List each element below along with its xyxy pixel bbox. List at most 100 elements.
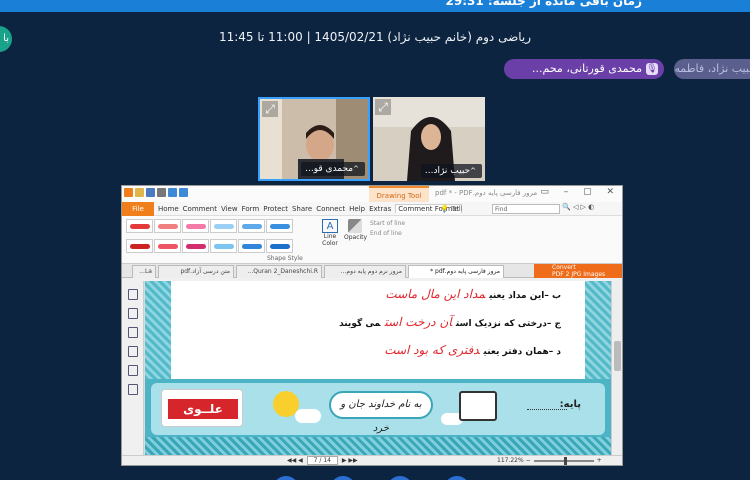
style-swatch[interactable]	[238, 239, 265, 253]
worksheet-header-banner: علــوی به نام خداوند جان و خرد پایه:	[145, 379, 611, 457]
zoom-slider-thumb[interactable]	[563, 456, 567, 465]
opacity-icon	[348, 219, 362, 233]
style-swatch[interactable]	[266, 219, 293, 233]
menu-extras[interactable]: Extras	[369, 205, 391, 213]
shared-screen-pdf-editor[interactable]: Drawing Tool مرور فارسی پایه دوم.pdf * -…	[121, 185, 623, 466]
participants-chips: حبیب نژاد، فاطمه 🎙 محمدی قورتانی، محم...	[450, 59, 750, 79]
book-icon	[459, 391, 497, 421]
left-panel-rail	[122, 281, 144, 457]
pages-icon[interactable]	[127, 308, 138, 319]
page-navigator[interactable]: ◀◀ ◀ 7 / 14 ▶ ▶▶	[287, 456, 358, 465]
nav-arrows[interactable]: 🔍 ◁ ▷ ◐	[562, 203, 594, 211]
session-title: ریاضی دوم (خانم حبیب نژاد) 1405/02/21 | …	[218, 30, 532, 44]
doc-tab[interactable]: مرور نرم دوم پایه دوم...	[324, 265, 406, 278]
app-logo-icon	[124, 188, 133, 197]
ribbon: Shape Style A Line Color Opacity Start of…	[122, 216, 622, 264]
menu-home[interactable]: Home	[158, 205, 179, 213]
shape-style-label: Shape Style	[267, 255, 303, 262]
opacity-label: Opacity	[344, 234, 368, 241]
signature-icon[interactable]	[127, 384, 138, 395]
zoom-in-icon[interactable]: +	[597, 457, 602, 464]
open-icon[interactable]	[135, 188, 144, 197]
next-page-icon[interactable]: ▶ ▶▶	[340, 457, 358, 464]
participant-chip-speaking[interactable]: 🎙 محمدی قورتانی، محم...	[504, 59, 664, 79]
line-options[interactable]: Start of line End of line	[370, 219, 405, 239]
grade-line	[527, 409, 567, 410]
video-tile[interactable]: ⤢ ^محمدی قو...	[258, 97, 370, 181]
more-options-button[interactable]	[444, 476, 470, 480]
menu-items: Home Comment View Form Protect Share Connect He…	[158, 202, 466, 216]
attachment-icon[interactable]	[127, 365, 138, 376]
pdf-page[interactable]: ب –این مداد یعنیمداد این مال ماست ج –درخ…	[145, 281, 611, 457]
zoom-out-icon[interactable]: −	[526, 457, 531, 464]
comments-icon[interactable]	[127, 346, 138, 357]
style-swatch[interactable]	[154, 219, 181, 233]
style-swatch[interactable]	[154, 239, 181, 253]
style-swatch[interactable]	[210, 239, 237, 253]
bookmark-icon[interactable]	[127, 289, 138, 300]
video-tile[interactable]: ⤢ ^حبیب نژاد...	[373, 97, 485, 181]
opacity-button[interactable]: Opacity	[344, 219, 368, 241]
find-input[interactable]: Find	[492, 204, 560, 214]
caret-icon: ^	[353, 165, 359, 173]
menu-share[interactable]: Share	[292, 205, 312, 213]
menu-view[interactable]: View	[221, 205, 238, 213]
line-color-button[interactable]: A Line Color	[318, 219, 342, 261]
doc-tab-active[interactable]: مرور فارسی پایه دوم.pdf *	[408, 265, 504, 278]
doc-tab[interactable]: Quran 2_Daneshchi.R...	[236, 265, 322, 278]
style-swatch[interactable]	[182, 219, 209, 233]
zoom-control[interactable]: 117.22% − +	[497, 456, 602, 465]
line-color-icon: A	[322, 219, 338, 233]
zoom-slider[interactable]	[533, 456, 594, 465]
style-swatch[interactable]	[182, 239, 209, 253]
handwritten-answer: دفتری که بود است	[384, 343, 480, 357]
participant-chip[interactable]: حبیب نژاد، فاطمه	[674, 59, 750, 79]
first-page-icon[interactable]: ◀◀ ◀	[287, 457, 305, 464]
menu-help[interactable]: Help	[349, 205, 365, 213]
style-swatch[interactable]	[126, 239, 153, 253]
style-swatch[interactable]	[210, 219, 237, 233]
menu-protect[interactable]: Protect	[263, 205, 288, 213]
start-of-line[interactable]: Start of line	[370, 219, 405, 229]
style-swatch[interactable]	[266, 239, 293, 253]
doc-tab[interactable]: La...	[132, 265, 156, 278]
convert-line-2: PDF 2 JPG Images	[552, 271, 606, 278]
document-area: ب –این مداد یعنیمداد این مال ماست ج –درخ…	[122, 281, 622, 457]
banner-bottom-border	[145, 437, 611, 457]
remaining-time-banner: زمان باقی مانده از جلسه: 29:31	[0, 0, 750, 12]
print-icon[interactable]	[157, 188, 166, 197]
end-of-line[interactable]: End of line	[370, 229, 405, 239]
mic-toggle-button[interactable]	[273, 476, 299, 480]
lightbulb-icon: 💡	[440, 205, 449, 213]
screen-share-button[interactable]	[387, 476, 413, 480]
tell-me[interactable]: 💡 Tell	[440, 203, 462, 215]
style-swatch[interactable]	[238, 219, 265, 233]
style-swatch[interactable]	[126, 219, 153, 233]
title-bar: Drawing Tool مرور فارسی پایه دوم.pdf * -…	[122, 186, 622, 202]
vertical-scrollbar[interactable]	[611, 281, 622, 457]
file-menu[interactable]: File	[122, 202, 154, 216]
window-title: مرور فارسی پایه دوم.pdf * - PDF	[435, 189, 538, 197]
menu-comment[interactable]: Comment	[183, 205, 217, 213]
grade-field: پایه:	[519, 389, 601, 429]
drawing-tool-context-tab[interactable]: Drawing Tool	[369, 186, 429, 202]
page-number-input[interactable]: 7 / 14	[306, 456, 338, 465]
undo-icon[interactable]	[168, 188, 177, 197]
window-controls[interactable]: ▭ – ▢ ✕	[540, 187, 620, 197]
zoom-value: 117.22%	[497, 457, 524, 464]
layers-icon[interactable]	[127, 327, 138, 338]
doc-tab[interactable]: متن درسی آزاد.pdf	[158, 265, 234, 278]
menu-connect[interactable]: Connect	[316, 205, 345, 213]
menu-form[interactable]: Form	[242, 205, 260, 213]
menu-bar: File Home Comment View Form Protect Share Conn…	[122, 202, 622, 216]
line-color-label: Line Color	[322, 233, 338, 247]
scroll-thumb[interactable]	[614, 341, 621, 371]
page-border-right	[585, 281, 611, 379]
expand-icon[interactable]: ⤢	[375, 99, 391, 115]
redo-icon[interactable]	[179, 188, 188, 197]
participant-chip-label: محمدی قورتانی، محم...	[532, 62, 642, 75]
save-icon[interactable]	[146, 188, 155, 197]
convert-pdf-jpg-button[interactable]: Convert PDF 2 JPG Images	[534, 264, 622, 278]
expand-icon[interactable]: ⤢	[262, 101, 278, 117]
camera-toggle-button[interactable]	[330, 476, 356, 480]
